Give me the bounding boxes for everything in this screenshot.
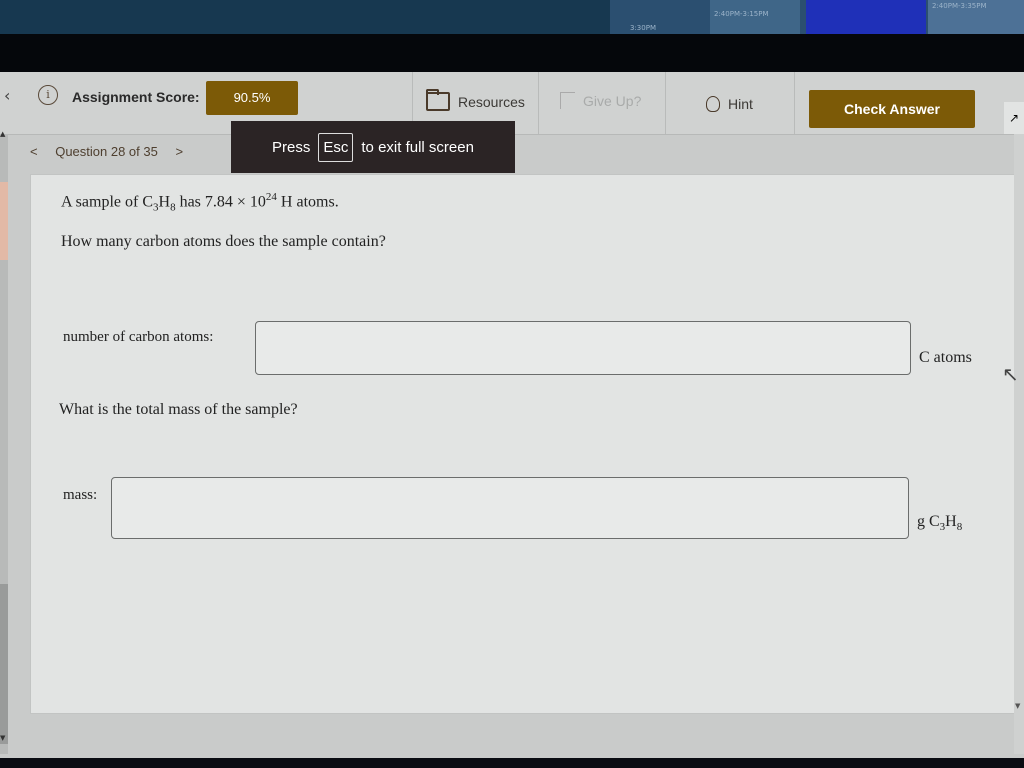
divider [794, 72, 795, 134]
calendar-event [806, 0, 926, 34]
question-part2-text: What is the total mass of the sample? [59, 401, 298, 418]
info-icon[interactable]: i [38, 85, 58, 105]
left-scrollbar[interactable]: ▲ ▼ [0, 130, 8, 754]
toast-press: Press [272, 138, 311, 156]
mouse-cursor-icon: ↖ [1002, 362, 1019, 386]
resources-label: Resources [458, 93, 525, 110]
background-calendar: 3:30PM 2:40PM-3:15PM 2:40PM-3:35PM [610, 0, 1024, 38]
lightbulb-icon [706, 96, 720, 112]
divider [665, 72, 666, 134]
question-prompt: A sample of C3H8 has 7.84 × 1024 H atoms… [61, 191, 339, 214]
scroll-up-icon[interactable]: ▲ [0, 130, 5, 138]
assignment-score-badge: 90.5% [206, 81, 298, 115]
mass-unit: g C3H8 [917, 513, 963, 534]
esc-key: Esc [318, 132, 354, 162]
carbon-atoms-unit: C atoms [919, 349, 972, 366]
carbon-atoms-input[interactable] [255, 321, 911, 375]
calendar-time: 3:30PM [630, 24, 656, 32]
give-up-label: Give Up? [583, 92, 642, 109]
scroll-down-icon[interactable]: ▼ [0, 734, 5, 742]
app-screen: ‹ i Assignment Score: 90.5% Resources Gi… [0, 72, 1024, 758]
give-up-button[interactable]: Give Up? [560, 92, 641, 109]
question-part1-text: How many carbon atoms does the sample co… [61, 233, 386, 250]
back-chevron-icon[interactable]: ‹ [4, 86, 10, 105]
next-question-button[interactable]: > [175, 144, 183, 159]
check-answer-button[interactable]: Check Answer [809, 90, 975, 128]
hint-button[interactable]: Hint [706, 96, 753, 112]
scroll-down-icon[interactable]: ▼ [1015, 702, 1020, 710]
folder-icon [426, 89, 450, 111]
divider [538, 72, 539, 134]
question-card: A sample of C3H8 has 7.84 × 1024 H atoms… [30, 174, 1018, 714]
expand-icon[interactable]: ↗ [1004, 102, 1024, 134]
sidebar-accent [0, 182, 8, 260]
toast-message: to exit full screen [361, 138, 474, 156]
give-up-icon [560, 92, 575, 109]
calendar-time: 2:40PM-3:35PM [932, 2, 987, 10]
carbon-atoms-label: number of carbon atoms: [63, 329, 214, 345]
assignment-score-label: Assignment Score: [72, 89, 200, 105]
mass-input[interactable] [111, 477, 909, 539]
resources-button[interactable]: Resources [426, 89, 525, 111]
question-navigation: < Question 28 of 35 > [30, 144, 197, 159]
fullscreen-toast: Press Esc to exit full screen [231, 121, 515, 173]
right-scrollbar[interactable]: ▼ [1014, 134, 1024, 754]
scroll-thumb[interactable] [0, 584, 8, 744]
previous-question-button[interactable]: < [30, 144, 38, 159]
mass-label: mass: [63, 487, 98, 503]
question-counter: Question 28 of 35 [55, 144, 158, 159]
hint-label: Hint [728, 96, 753, 112]
monitor-bezel [0, 34, 1024, 74]
calendar-time: 2:40PM-3:15PM [714, 10, 769, 18]
